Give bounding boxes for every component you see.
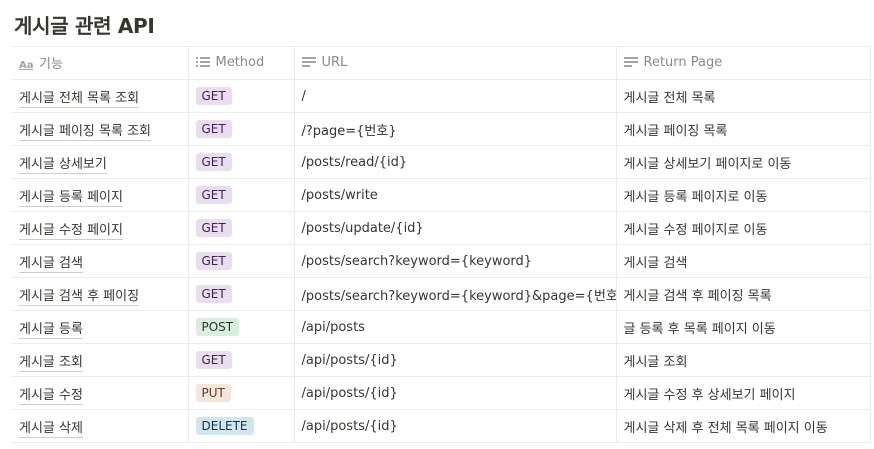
method-tag: GET xyxy=(195,153,232,171)
row-feature-name[interactable]: 게시글 상세보기 xyxy=(19,156,107,174)
header-url[interactable]: URL xyxy=(293,46,617,80)
method-tag: GET xyxy=(195,87,232,105)
row-feature-name[interactable]: 게시글 등록 페이지 xyxy=(19,189,123,207)
header-method[interactable]: Method xyxy=(187,46,295,80)
header-label: URL xyxy=(321,54,348,70)
svg-text:Aa: Aa xyxy=(19,60,33,70)
row-return-page: 게시글 등록 페이지로 이동 xyxy=(623,189,768,205)
row-url: /?page={번호} xyxy=(301,123,397,139)
header-feature[interactable]: Aa 기능 xyxy=(12,46,189,80)
row-feature-name[interactable]: 게시글 검색 xyxy=(19,255,83,273)
row-url: /posts/write xyxy=(301,187,378,203)
table-row[interactable]: 게시글 상세보기 GET/posts/read/{id} 게시글 상세보기 페이지로… xyxy=(12,145,871,179)
row-return-page: 게시글 페이징 목록 xyxy=(623,123,728,139)
row-return-page: 게시글 조회 xyxy=(623,354,688,370)
row-url: / xyxy=(301,88,306,104)
row-return-page: 게시글 삭제 후 전체 목록 페이지 이동 xyxy=(623,420,828,436)
table-row[interactable]: 게시글 페이징 목록 조회 GET /?page={번호} 게시글 페이징 목록 xyxy=(12,112,871,146)
method-tag: GET xyxy=(195,351,232,369)
row-url: /api/posts/{id} xyxy=(301,352,398,368)
row-feature-name[interactable]: 게시글 조회 xyxy=(19,354,83,372)
method-tag: GET xyxy=(195,219,232,237)
header-label: Return Page xyxy=(643,54,723,70)
row-return-page: 게시글 전체 목록 xyxy=(623,90,716,106)
method-tag: GET xyxy=(195,186,232,204)
row-return-page: 게시글 검색 후 페이징 목록 xyxy=(623,288,772,304)
row-url: /api/posts/{id} xyxy=(301,385,398,401)
api-table: Aa 기능 Method URL Return Page 게시글 전체 목록 조… xyxy=(12,46,871,443)
row-feature-name[interactable]: 게시글 검색 후 페이징 xyxy=(19,288,140,306)
row-url: /posts/search?keyword={keyword}&page={번호… xyxy=(301,288,616,304)
method-tag: GET xyxy=(195,120,232,138)
method-tag: DELETE xyxy=(195,417,254,435)
row-return-page: 게시글 상세보기 페이지로 이동 xyxy=(623,156,792,172)
text-lines-icon xyxy=(301,56,316,72)
table-header-row: Aa 기능 Method URL Return Page xyxy=(12,46,871,80)
list-icon xyxy=(195,56,210,72)
row-url: /api/posts xyxy=(301,319,365,335)
header-return-page[interactable]: Return Page xyxy=(615,46,871,80)
page-title: 게시글 관련 API xyxy=(14,14,155,38)
table-row[interactable]: 게시글 전체 목록 조회 GET / 게시글 전체 목록 xyxy=(12,79,871,113)
row-feature-name[interactable]: 게시글 등록 xyxy=(19,321,83,339)
method-tag: PUT xyxy=(195,384,231,402)
header-label: Method xyxy=(215,54,265,70)
table-row[interactable]: 게시글 조회 GET/api/posts/{id} 게시글 조회 xyxy=(12,343,871,377)
table-row[interactable]: 게시글 수정 페이지 GET/posts/update/{id} 게시글 수정 페이… xyxy=(12,211,871,245)
table-row[interactable]: 게시글 검색 후 페이징 GET/posts/search?keyword={ke… xyxy=(12,277,871,311)
row-feature-name[interactable]: 게시글 수정 xyxy=(19,387,83,405)
row-return-page: 글 등록 후 목록 페이지 이동 xyxy=(623,321,776,337)
row-feature-name[interactable]: 게시글 수정 페이지 xyxy=(19,222,123,240)
row-url: /posts/read/{id} xyxy=(301,154,408,170)
text-lines-icon xyxy=(623,56,638,72)
title-property-icon: Aa xyxy=(19,58,34,74)
method-tag: POST xyxy=(195,318,240,336)
table-row[interactable]: 게시글 등록 페이지 GET/posts/write 게시글 등록 페이지로 이동 xyxy=(12,178,871,212)
row-url: /posts/search?keyword={keyword} xyxy=(301,253,533,269)
row-feature-name[interactable]: 게시글 페이징 목록 조회 xyxy=(19,123,151,141)
method-tag: GET xyxy=(195,252,232,270)
table-row[interactable]: 게시글 수정 PUT/api/posts/{id} 게시글 수정 후 상세보기 페이… xyxy=(12,376,871,410)
table-row[interactable]: 게시글 삭제 DELETE/api/posts/{id} 게시글 삭제 후 전체 목… xyxy=(12,409,871,443)
row-return-page: 게시글 검색 xyxy=(623,255,688,271)
row-url: /posts/update/{id} xyxy=(301,220,424,236)
row-feature-name[interactable]: 게시글 전체 목록 조회 xyxy=(19,90,140,108)
table-row[interactable]: 게시글 검색 GET/posts/search?keyword={keyword}… xyxy=(12,244,871,278)
row-return-page: 게시글 수정 페이지로 이동 xyxy=(623,222,768,238)
row-return-page: 게시글 수정 후 상세보기 페이지 xyxy=(623,387,796,403)
method-tag: GET xyxy=(195,285,232,303)
table-row[interactable]: 게시글 등록 POST/api/posts 글 등록 후 목록 페이지 이동 xyxy=(12,310,871,344)
row-url: /api/posts/{id} xyxy=(301,418,398,434)
row-feature-name[interactable]: 게시글 삭제 xyxy=(19,420,83,438)
header-label: 기능 xyxy=(39,56,63,72)
